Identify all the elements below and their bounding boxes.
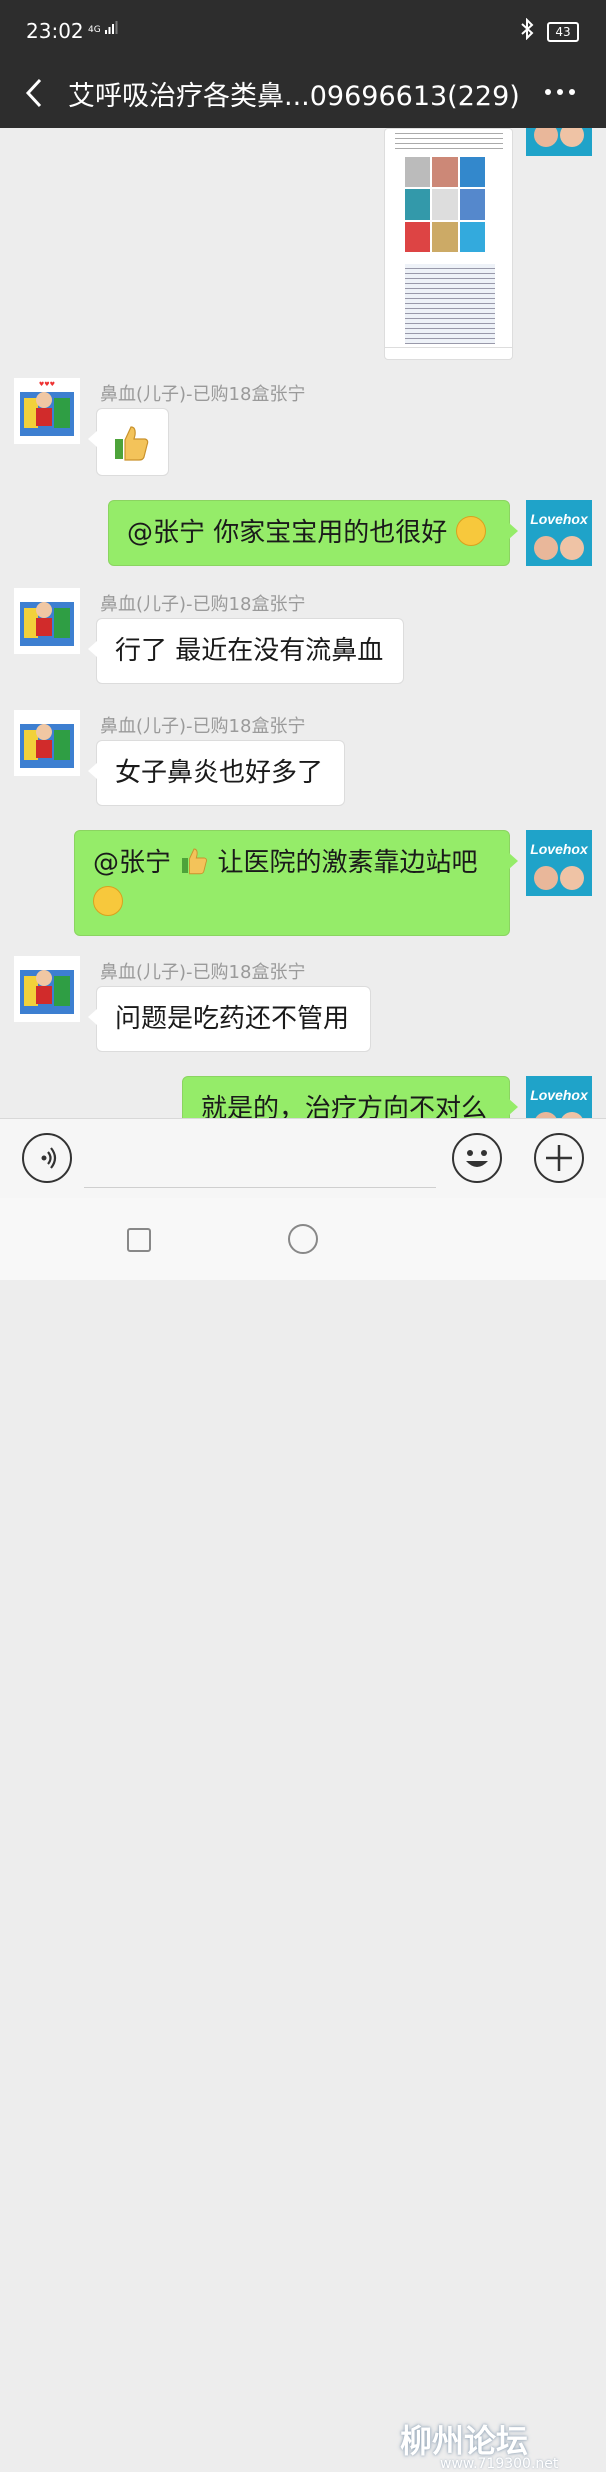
bluetooth-icon	[521, 18, 534, 40]
avatar-child[interactable]	[14, 956, 80, 1022]
system-nav-bar: 柳州论坛 www.719300.net	[0, 1198, 606, 2472]
network-label: 4G	[88, 25, 101, 35]
grin-emoji-icon	[93, 886, 123, 916]
emoji-icon[interactable]	[452, 1133, 502, 1183]
chat-header: 艾呼吸治疗各类鼻...09696613(229)	[0, 58, 606, 128]
brand-text: Lovehox	[530, 511, 589, 527]
message-bubble-outgoing[interactable]: @张宁 你家宝宝用的也很好	[108, 500, 518, 566]
status-time: 23:02	[26, 19, 84, 43]
image-message[interactable]	[384, 128, 513, 360]
input-bar	[0, 1118, 606, 1199]
brand-text: Lovehox	[530, 1087, 589, 1103]
avatar-lovehox[interactable]: Lovehox	[526, 500, 592, 566]
message-text: 行了 最近在没有流鼻血	[115, 636, 384, 666]
message-bubble-incoming[interactable]: 女子鼻炎也好多了	[88, 740, 345, 806]
message-text: @张宁 你家宝宝用的也很好	[127, 518, 448, 548]
smile-emoji-icon	[455, 516, 486, 546]
avatar-child[interactable]	[14, 710, 80, 776]
back-chevron-left-icon[interactable]	[20, 68, 60, 118]
sender-name: 鼻血(儿子)-已购18盒张宁	[100, 384, 306, 405]
status-bar: 23:02 4G 43	[0, 0, 606, 58]
message-text: 让医院的激素靠边站吧	[217, 848, 478, 878]
avatar-child[interactable]	[14, 588, 80, 654]
message-bubble-emoji[interactable]	[88, 408, 169, 476]
message-text: @张宁	[93, 848, 180, 878]
svg-text:♥♥♥: ♥♥♥	[39, 381, 55, 388]
photo-grid	[405, 157, 485, 252]
chat-message-list[interactable]: ♥♥♥ 鼻血(儿子)-已购18盒张宁 Lovehox @张宁 你家宝宝用的也很好	[0, 128, 606, 1118]
avatar-child[interactable]: ♥♥♥	[14, 378, 80, 444]
chat-title: 艾呼吸治疗各类鼻...09696613(229)	[68, 81, 520, 112]
recent-apps-button[interactable]	[127, 1228, 151, 1252]
avatar-lovehox[interactable]: Lovehox	[526, 1076, 592, 1118]
text-preview	[405, 264, 495, 344]
avatar-lovehox[interactable]: Lovehox	[526, 830, 592, 896]
thumbs-up-icon	[115, 426, 149, 461]
thumbs-up-icon	[182, 848, 208, 875]
message-bubble-incoming[interactable]: 问题是吃药还不管用	[88, 986, 371, 1052]
message-bubble-outgoing[interactable]: 就是的，治疗方向不对么	[182, 1076, 518, 1118]
more-dots-icon[interactable]	[538, 70, 582, 114]
signal-icon	[104, 21, 118, 34]
network-indicator: 4G	[88, 20, 118, 35]
screenshot-thumbnail	[395, 129, 503, 149]
sender-name: 鼻血(儿子)-已购18盒张宁	[100, 594, 306, 615]
message-bubble-incoming[interactable]: 行了 最近在没有流鼻血	[88, 618, 404, 684]
home-button[interactable]	[288, 1224, 318, 1254]
avatar-lovehox[interactable]	[526, 128, 592, 156]
message-text: 女子鼻炎也好多了	[115, 758, 324, 788]
plus-icon[interactable]	[534, 1133, 584, 1183]
message-text: 就是的，治疗方向不对么	[201, 1094, 488, 1118]
battery-indicator: 43	[547, 22, 579, 42]
message-text: 问题是吃药还不管用	[115, 1004, 350, 1034]
message-input[interactable]	[84, 1129, 436, 1188]
watermark-url: www.719300.net	[440, 2456, 559, 2472]
message-bubble-outgoing[interactable]: @张宁 让医院的激素靠边站吧	[74, 830, 518, 936]
sender-name: 鼻血(儿子)-已购18盒张宁	[100, 962, 306, 983]
sender-name: 鼻血(儿子)-已购18盒张宁	[100, 716, 306, 737]
brand-text: Lovehox	[530, 841, 589, 857]
voice-icon[interactable]	[22, 1133, 72, 1183]
